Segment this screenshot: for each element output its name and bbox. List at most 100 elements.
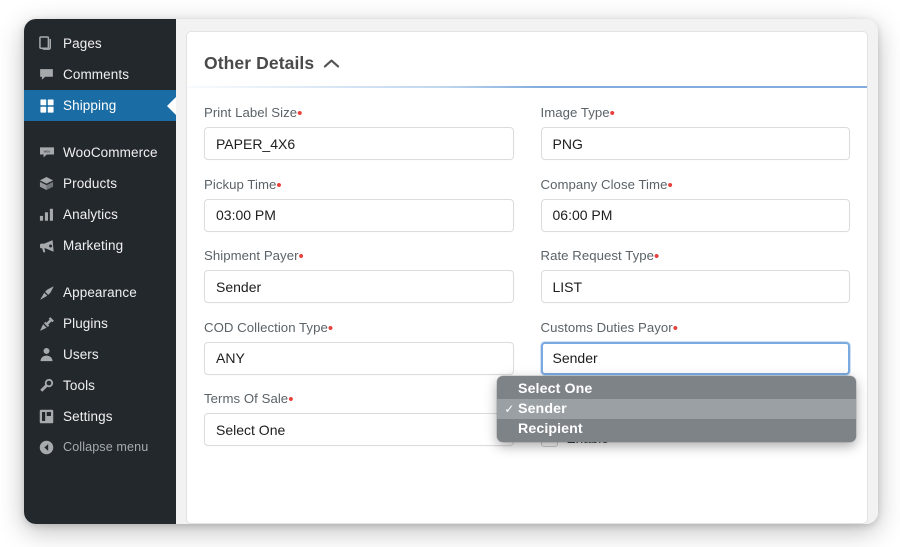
sidebar-item-label: Marketing [63,237,124,253]
field-label: COD Collection Type• [204,319,514,337]
field-label: Customs Duties Payor• [540,319,851,337]
sidebar-item-label: Settings [63,408,113,424]
panel-title-text: Other Details [204,53,315,73]
field-value: PAPER_4X6 [216,135,296,152]
chevron-up-icon[interactable] [323,58,340,69]
sidebar-item-label: Tools [63,377,96,393]
field-value: Sender [216,278,262,295]
required-marker: • [327,319,334,337]
sidebar-item-tools[interactable]: Tools [24,370,176,401]
sidebar-item-label: Appearance [63,284,137,300]
option-label: Select One [518,381,593,397]
dropdown-option-select-one[interactable]: Select One [497,379,856,399]
dropdown-option-recipient[interactable]: Recipient [497,419,856,439]
field-label: Print Label Size• [204,105,514,122]
field-value: LIST [552,278,583,295]
sidebar-item-marketing[interactable]: Marketing [24,230,176,261]
page-title[interactable]: Other Details [204,53,340,74]
field-shipment-payer: Shipment Payer• Sender [204,248,514,303]
sidebar-item-woocommerce[interactable]: woo WooCommerce [24,137,176,168]
products-icon [36,176,57,191]
pages-icon [36,36,57,51]
sidebar-item-pages[interactable]: Pages [24,28,176,59]
required-marker: • [297,105,303,122]
sidebar-item-label: WooCommerce [63,144,158,160]
sidebar-item-shipping[interactable]: Shipping [24,90,176,121]
sidebar-item-label: Analytics [63,206,118,222]
required-marker: • [667,176,673,194]
settings-icon [36,409,57,424]
label-text: Shipment Payer [204,248,299,263]
pickup-time-select[interactable]: 03:00 PM [204,198,514,232]
field-label: Shipment Payer• [204,248,514,265]
sidebar-item-users[interactable]: Users [24,339,176,370]
sidebar-item-products[interactable]: Products [24,168,176,199]
field-rate-request-type: Rate Request Type• LIST [540,248,850,303]
customs-duties-payor-dropdown[interactable]: Select One ✓ Sender Recipient [497,376,856,442]
sidebar-item-label: Comments [63,66,130,82]
label-text: Pickup Time [204,176,277,192]
customs-duties-payor-select[interactable]: Sender [540,341,850,375]
check-icon: ✓ [504,402,515,416]
analytics-icon [36,207,57,222]
field-label: Company Close Time• [540,176,851,194]
sidebar-divider [24,121,176,137]
sidebar-item-collapse-menu[interactable]: Collapse menu [24,432,176,463]
admin-window-card: Pages Comments Shipping woo WooCommerce … [24,19,878,524]
sidebar-item-appearance[interactable]: Appearance [24,277,176,308]
image-type-select[interactable]: PNG [540,127,850,160]
sidebar-item-label: Users [63,346,99,362]
sidebar-item-settings[interactable]: Settings [24,401,176,432]
sidebar-divider [24,261,176,277]
label-text: COD Collection Type [204,319,328,335]
sidebar-item-label: Shipping [63,97,117,113]
field-value: ANY [216,350,245,366]
required-marker: • [276,176,282,194]
required-marker: • [654,248,660,265]
required-marker: • [298,248,304,265]
field-terms-of-sale: Terms Of Sale• Select One [204,391,514,447]
dropdown-option-sender[interactable]: ✓ Sender [497,399,856,419]
option-label: Recipient [518,421,583,437]
label-text: Customs Duties Payor [540,319,673,335]
appearance-icon [36,285,57,301]
option-label: Sender [518,401,567,417]
required-marker: • [288,391,294,408]
field-company-close-time: Company Close Time• 06:00 PM [540,176,851,232]
content-pane: Other Details Print Label Size• PAPER_4X… [176,19,878,524]
shipment-payer-select[interactable]: Sender [204,270,514,303]
collapse-icon [36,440,57,455]
field-value: Sender [552,350,598,366]
sidebar-item-label: Products [63,175,118,191]
field-value: 06:00 PM [552,207,613,223]
terms-of-sale-select[interactable]: Select One [204,413,514,446]
cod-collection-type-select[interactable]: ANY [204,341,514,375]
required-marker: • [609,105,615,122]
required-marker: • [672,319,678,337]
field-value: PNG [552,135,583,152]
panel-header: Other Details [187,32,867,86]
sidebar-item-comments[interactable]: Comments [24,59,176,90]
field-value: 03:00 PM [216,207,276,223]
field-label: Terms Of Sale• [204,391,514,408]
company-close-time-select[interactable]: 06:00 PM [540,198,850,232]
sidebar-item-label: Collapse menu [63,440,149,455]
admin-sidebar: Pages Comments Shipping woo WooCommerce … [24,19,176,524]
print-label-size-select[interactable]: PAPER_4X6 [204,127,514,160]
field-customs-duties-payor: Customs Duties Payor• Sender [540,319,851,375]
sidebar-item-plugins[interactable]: Plugins [24,308,176,339]
label-text: Image Type [540,105,610,120]
users-icon [36,347,57,362]
sidebar-item-label: Plugins [63,315,108,331]
plugins-icon [36,316,57,332]
label-text: Company Close Time [540,176,668,192]
svg-text:woo: woo [43,149,50,153]
sidebar-item-analytics[interactable]: Analytics [24,199,176,230]
field-print-label-size: Print Label Size• PAPER_4X6 [204,105,514,160]
rate-request-type-select[interactable]: LIST [540,270,850,303]
sidebar-item-label: Pages [63,35,102,51]
woocommerce-icon: woo [36,145,57,161]
field-label: Image Type• [540,105,851,122]
field-image-type: Image Type• PNG [540,105,851,160]
label-text: Print Label Size [204,105,298,120]
